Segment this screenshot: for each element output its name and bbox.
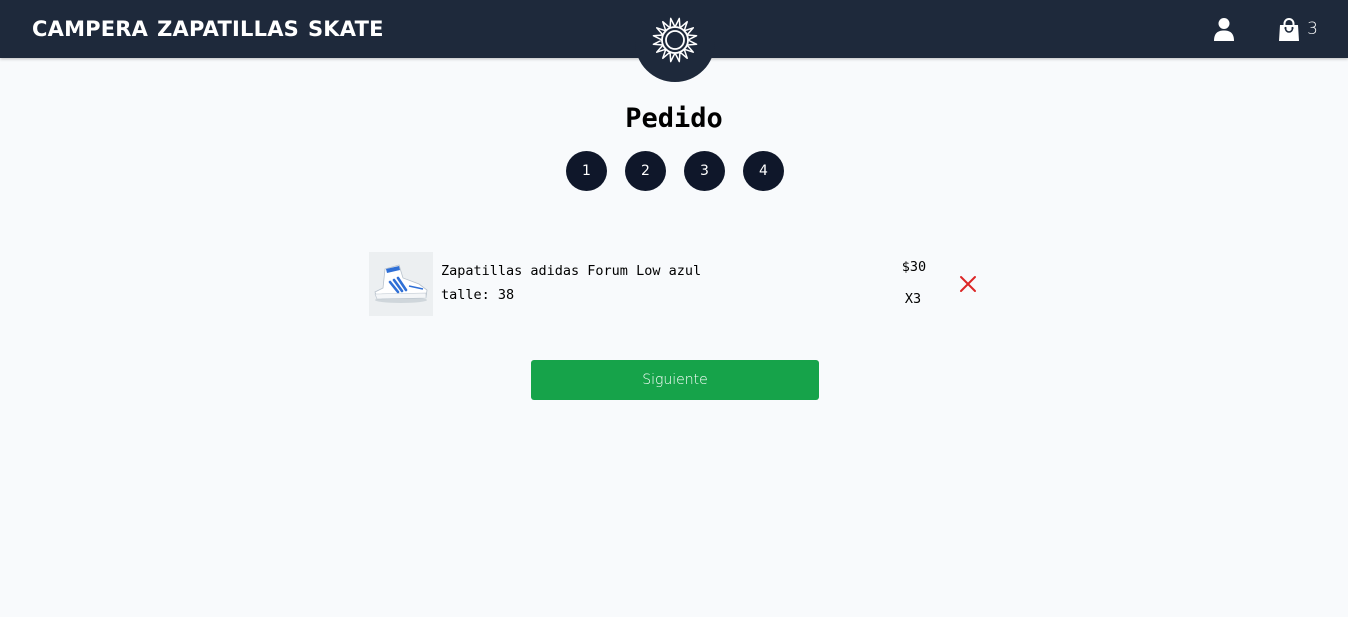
nav-link-skate[interactable]: SKATE <box>308 17 384 41</box>
logo[interactable] <box>635 4 715 82</box>
cart-count: 3 <box>1307 19 1318 39</box>
nav-link-campera[interactable]: CAMPERA <box>32 17 148 41</box>
step-3[interactable]: 3 <box>684 151 725 191</box>
close-icon <box>960 276 976 292</box>
nav-actions: 3 <box>1213 0 1318 58</box>
user-button[interactable] <box>1213 17 1235 41</box>
next-button[interactable]: Siguiente <box>531 360 819 400</box>
item-size: talle: 38 <box>441 287 515 303</box>
remove-item-button[interactable] <box>959 275 977 293</box>
cart-button[interactable]: 3 <box>1277 17 1318 42</box>
step-1[interactable]: 1 <box>566 151 607 191</box>
shopping-bag-icon <box>1279 17 1300 41</box>
cart-item: Zapatillas adidas Forum Low azul talle: … <box>369 252 981 316</box>
item-name: Zapatillas adidas Forum Low azul <box>441 263 702 279</box>
item-quantity: X3 <box>904 291 922 307</box>
step-2[interactable]: 2 <box>625 151 666 191</box>
checkout-steps: 1 2 3 4 <box>566 151 784 191</box>
step-4[interactable]: 4 <box>743 151 784 191</box>
sneaker-thumbnail <box>369 252 433 316</box>
user-icon <box>1214 18 1235 41</box>
sun-emblem-icon <box>652 17 698 63</box>
item-price: $30 <box>901 259 927 275</box>
nav-link-zapatillas[interactable]: ZAPATILLAS <box>157 17 299 41</box>
nav-links: CAMPERA ZAPATILLAS SKATE <box>32 0 384 58</box>
page-title: Pedido <box>625 103 723 134</box>
